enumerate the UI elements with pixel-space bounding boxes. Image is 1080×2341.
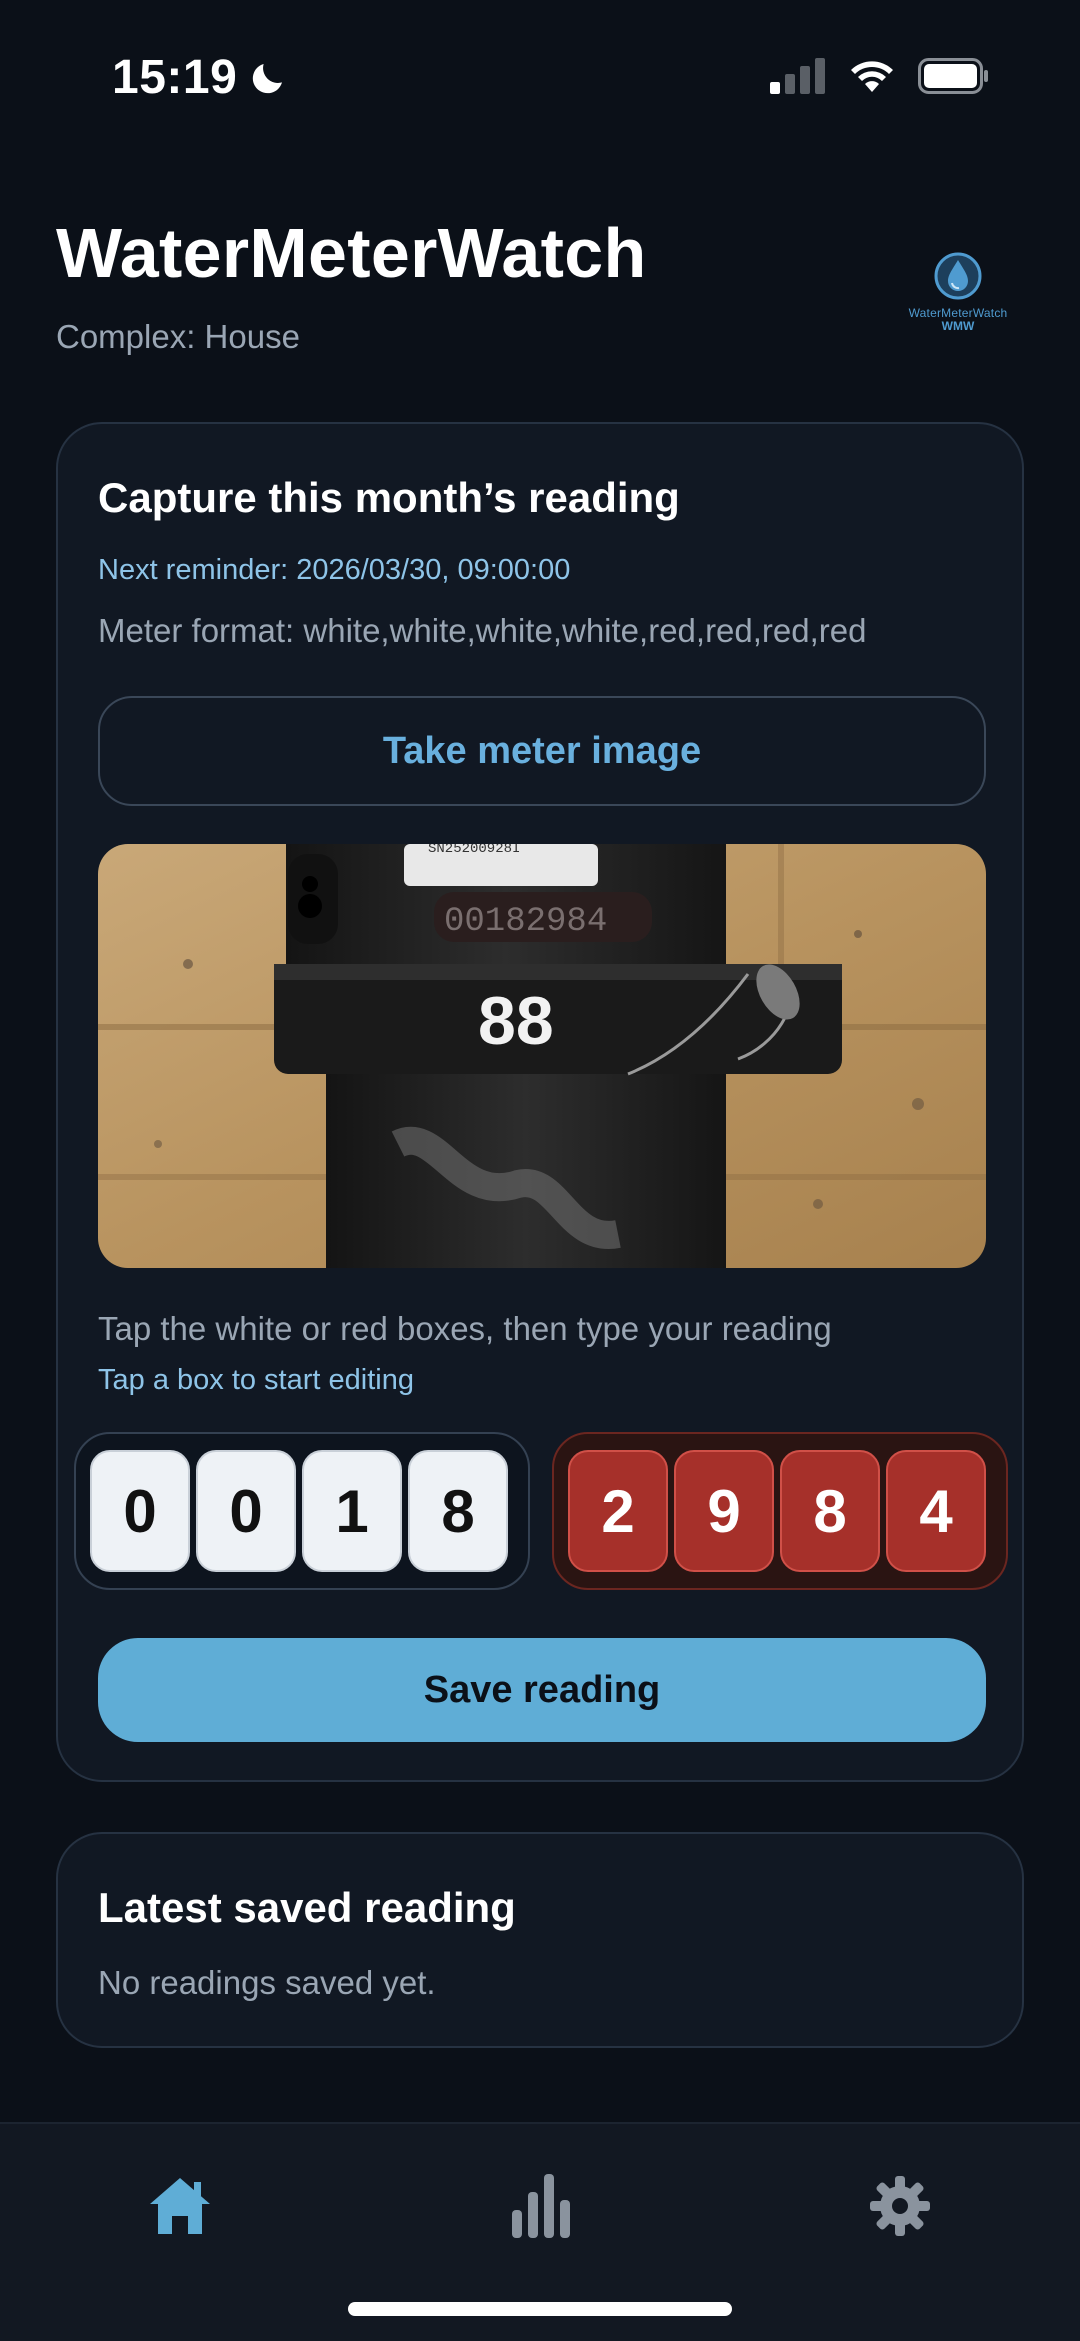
white-digit-box[interactable]: 8 [408,1450,508,1572]
red-digit-group: 2 9 8 4 [552,1432,1008,1590]
app-title: WaterMeterWatch [56,214,647,292]
wifi-icon [851,61,893,92]
status-time-text: 15:19 [112,51,238,104]
red-digit-box[interactable]: 2 [568,1450,668,1572]
status-bar: 15:19 [0,0,1080,150]
nav-stats[interactable] [500,2166,580,2246]
next-reminder: Next reminder: 2026/03/30, 09:00:00 [98,554,571,586]
take-meter-image-button[interactable]: Take meter image [98,696,986,806]
white-digit-box[interactable]: 1 [302,1450,402,1572]
water-drop-logo-icon [934,252,982,300]
moon-icon [253,63,283,93]
complex-label: Complex: House [56,318,300,355]
nav-home[interactable] [140,2166,220,2246]
white-digit-box[interactable]: 0 [90,1450,190,1572]
white-digit-group: 0 0 1 8 [74,1432,530,1590]
cellular-signal-icon [770,58,825,94]
white-digit-box[interactable]: 0 [196,1450,296,1572]
red-digit-box[interactable]: 4 [886,1450,986,1572]
digit-hint-secondary: Tap a box to start editing [98,1364,414,1396]
status-icons [770,58,990,94]
app-logo: WaterMeterWatch WMW [898,250,1018,334]
capture-title: Capture this month’s reading [98,474,680,521]
save-reading-button[interactable]: Save reading [98,1638,986,1742]
logo-sub: WMW [941,319,975,333]
meter-photo: SN25200928I 00182984 88 [98,844,986,1268]
nav-settings[interactable] [860,2166,940,2246]
latest-reading-card: Latest saved reading No readings saved y… [56,1832,1024,2048]
digit-hint-primary: Tap the white or red boxes, then type yo… [98,1310,832,1347]
home-indicator[interactable] [348,2302,732,2316]
photo-counter: 00182984 [444,903,607,941]
latest-empty-text: No readings saved yet. [98,1964,436,2001]
meter-photo-image: SN25200928I 00182984 88 [98,844,986,1268]
battery-icon [918,58,988,94]
red-digit-box[interactable]: 8 [780,1450,880,1572]
latest-title: Latest saved reading [98,1884,516,1931]
photo-label: 88 [478,983,554,1059]
home-icon [150,2178,210,2234]
status-time: 15:19 [112,50,289,105]
capture-card: Capture this month’s reading Next remind… [56,422,1024,1782]
gear-icon [870,2176,930,2236]
bar-chart-icon [512,2174,570,2238]
meter-format: Meter format: white,white,white,white,re… [98,612,867,649]
photo-serial: SN25200928I [428,844,520,857]
red-digit-box[interactable]: 9 [674,1450,774,1572]
